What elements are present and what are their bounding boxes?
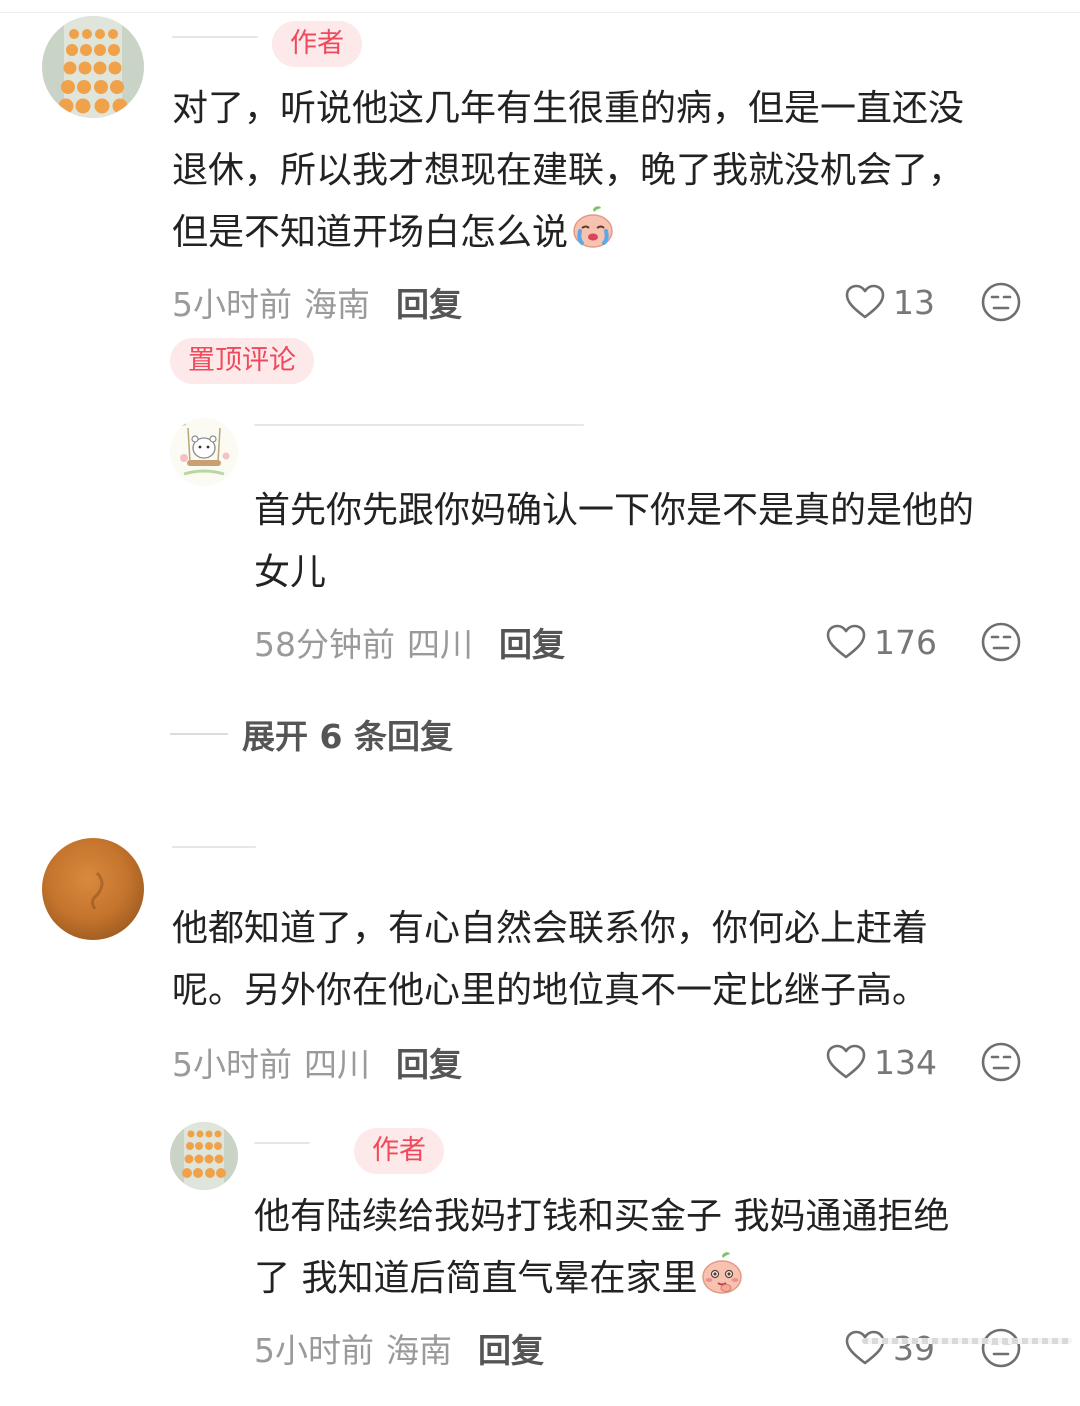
comment-meta: 5小时前 四川 回复 xyxy=(172,1040,462,1084)
reply-text-line: 首先你先跟你妈确认一下你是不是真的是他的 xyxy=(254,490,975,531)
comment-time: 5小时前 xyxy=(172,285,292,324)
reply-text-line: 他有陆续给我妈打钱和买金子 我妈通通拒绝 xyxy=(254,1196,950,1237)
reply-button[interactable]: 回复 xyxy=(396,278,462,326)
username-obscured[interactable] xyxy=(172,36,258,38)
reply-text: 他有陆续给我妈打钱和买金子 我妈通通拒绝 了 我知道后简直气晕在家里 xyxy=(254,1186,949,1310)
expand-divider xyxy=(170,733,228,735)
comment-meta: 5小时前 海南 回复 xyxy=(172,280,462,324)
like-count: 134 xyxy=(874,1042,937,1082)
username-obscured[interactable] xyxy=(172,846,256,848)
comment-text-line: 对了，听说他这几年有生很重的病，但是一直还没 xyxy=(172,88,965,129)
like-button[interactable]: 39 xyxy=(845,1326,935,1370)
crying-peach-emoji xyxy=(570,204,616,250)
reply-meta: 58分钟前 四川 回复 xyxy=(254,620,565,664)
pinned-badge: 置顶评论 xyxy=(170,338,314,384)
reply-time: 5小时前 xyxy=(254,1331,374,1370)
comment-text: 对了，听说他这几年有生很重的病，但是一直还没 退休，所以我才想现在建联，晚了我就… xyxy=(172,78,964,264)
like-count: 39 xyxy=(893,1328,935,1368)
username-obscured[interactable] xyxy=(254,424,584,426)
dislike-button[interactable] xyxy=(980,1041,1022,1083)
reply-location: 四川 xyxy=(407,625,473,664)
comment-text-line: 但是不知道开场白怎么说 xyxy=(172,212,569,253)
reply-text: 首先你先跟你妈确认一下你是不是真的是他的 女儿 xyxy=(254,480,974,604)
author-badge: 作者 xyxy=(354,1128,444,1174)
username-obscured[interactable] xyxy=(254,1142,310,1144)
comment-text-line: 退休，所以我才想现在建联，晚了我就没机会了， xyxy=(172,150,965,191)
avatar[interactable] xyxy=(42,838,144,940)
heart-outline-icon xyxy=(826,1044,866,1079)
comment-text: 他都知道了，有心自然会联系你，你何必上赶着 呢。另外你在他心里的地位真不一定比继… xyxy=(172,898,928,1022)
comment-location: 海南 xyxy=(304,285,370,324)
neutral-face-icon xyxy=(981,1328,1021,1368)
expand-replies-button[interactable]: 展开 6 条回复 xyxy=(170,712,453,756)
comment-time: 5小时前 xyxy=(172,1045,292,1084)
like-button[interactable]: 134 xyxy=(826,1040,937,1084)
expand-replies-label: 展开 6 条回复 xyxy=(242,717,453,756)
like-count: 13 xyxy=(893,282,935,322)
like-button[interactable]: 13 xyxy=(845,280,935,324)
reply-text-line: 了 我知道后简直气晕在家里 xyxy=(254,1258,698,1299)
neutral-face-icon xyxy=(981,282,1021,322)
reply-location: 海南 xyxy=(386,1331,452,1370)
neutral-face-icon xyxy=(981,622,1021,662)
neutral-face-icon xyxy=(981,1042,1021,1082)
author-badge: 作者 xyxy=(272,21,362,67)
dislike-button[interactable] xyxy=(980,1327,1022,1369)
reply-button[interactable]: 回复 xyxy=(499,618,565,666)
like-button[interactable]: 176 xyxy=(826,620,937,664)
comment-location: 四川 xyxy=(304,1045,370,1084)
like-count: 176 xyxy=(874,622,937,662)
shy-peach-emoji xyxy=(699,1250,745,1296)
reply-button[interactable]: 回复 xyxy=(396,1038,462,1086)
reply-meta: 5小时前 海南 回复 xyxy=(254,1326,544,1370)
heart-outline-icon xyxy=(826,624,866,659)
dislike-button[interactable] xyxy=(980,621,1022,663)
heart-outline-icon xyxy=(845,284,885,319)
comment-text-line: 他都知道了，有心自然会联系你，你何必上赶着 xyxy=(172,908,929,949)
reply-button[interactable]: 回复 xyxy=(478,1324,544,1372)
avatar[interactable] xyxy=(170,418,238,486)
reply-text-line: 女儿 xyxy=(254,552,327,593)
comment-text-line: 呢。另外你在他心里的地位真不一定比继子高。 xyxy=(172,970,929,1011)
watermark-strip xyxy=(862,1338,1072,1344)
heart-outline-icon xyxy=(845,1330,885,1365)
dislike-button[interactable] xyxy=(980,281,1022,323)
avatar[interactable] xyxy=(42,16,144,118)
avatar[interactable] xyxy=(170,1122,238,1190)
top-divider xyxy=(0,12,1080,13)
reply-time: 58分钟前 xyxy=(254,625,395,664)
